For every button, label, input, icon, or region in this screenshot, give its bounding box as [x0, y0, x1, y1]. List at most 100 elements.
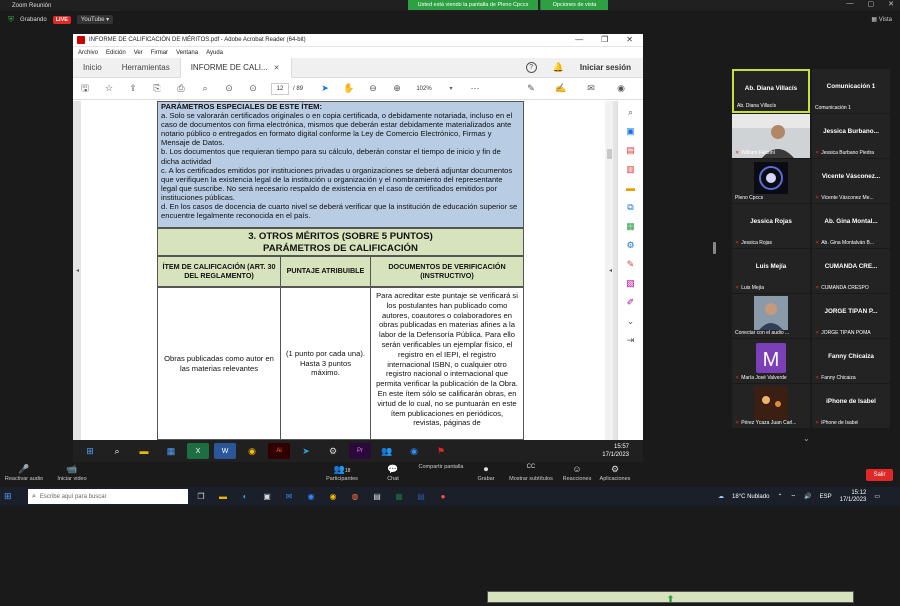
app-icon[interactable]: ▤: [368, 489, 386, 504]
windows-start-icon[interactable]: ⊞: [4, 491, 20, 502]
security-shield-icon[interactable]: ⛨: [8, 15, 14, 25]
scrollbar-thumb[interactable]: [607, 149, 612, 159]
compress-icon[interactable]: ⚙: [624, 238, 638, 252]
zoom-app-icon[interactable]: ◉: [403, 443, 425, 459]
participant-tile[interactable]: Jessica Burbano... ✕ Jessica Burbano Pied…: [812, 114, 890, 158]
apps-button[interactable]: ⚙ Aplicaciones: [585, 464, 645, 482]
file-explorer-icon[interactable]: ▬: [214, 489, 232, 504]
volume-icon[interactable]: 🔊: [804, 493, 811, 500]
right-panel-toggle-icon[interactable]: ◂: [609, 267, 612, 274]
fill-sign-icon[interactable]: ✎: [624, 257, 638, 271]
menu-firmar[interactable]: Firmar: [151, 50, 168, 56]
tab-document[interactable]: INFORME DE CALI... ✕: [179, 57, 292, 78]
tab-inicio[interactable]: Inicio: [73, 58, 112, 78]
telegram-icon[interactable]: ➤: [295, 443, 317, 459]
hand-tool-icon[interactable]: ✋: [337, 83, 361, 94]
gallery-next-page-icon[interactable]: ⌄: [803, 434, 810, 443]
create-pdf-icon[interactable]: ▤: [624, 143, 638, 157]
login-button[interactable]: Iniciar sesión: [580, 63, 631, 72]
combine-files-icon[interactable]: ⧉: [624, 200, 638, 214]
minimize-icon[interactable]: —: [847, 0, 854, 8]
select-cursor-icon[interactable]: ➤: [313, 83, 337, 94]
illustrator-icon[interactable]: Ai: [268, 443, 290, 459]
mail-icon[interactable]: ✉: [280, 489, 298, 504]
minimize-icon[interactable]: —: [575, 35, 583, 44]
organize-pages-icon[interactable]: ▦: [624, 219, 638, 233]
acrobat-app-icon[interactable]: ⚑: [430, 443, 452, 459]
save-icon[interactable]: 🖫: [73, 81, 97, 97]
restore-icon[interactable]: ❐: [601, 35, 608, 44]
chrome-icon[interactable]: ◉: [324, 489, 342, 504]
share-options-button[interactable]: Opciones de vista: [540, 0, 608, 10]
menu-ver[interactable]: Ver: [134, 50, 143, 56]
participant-tile[interactable]: M ✕ María José Valverde: [732, 339, 810, 383]
edit-pdf-icon[interactable]: ▥: [624, 162, 638, 176]
firefox-icon[interactable]: ◍: [346, 489, 364, 504]
host-clock[interactable]: 15:12 17/1/2023: [840, 490, 867, 504]
calculator-icon[interactable]: ▦: [160, 443, 182, 459]
menu-edicion[interactable]: Edición: [106, 50, 126, 56]
task-view-icon[interactable]: ❐: [192, 489, 210, 504]
participant-tile[interactable]: Pleno Cpccs: [732, 159, 810, 203]
bell-icon[interactable]: 🔔: [553, 62, 564, 73]
leave-button[interactable]: Salir: [866, 469, 893, 481]
edge-icon[interactable]: ◐: [236, 489, 254, 504]
protect-icon[interactable]: ▧: [624, 276, 638, 290]
close-icon[interactable]: ✕: [626, 35, 633, 44]
comment-icon[interactable]: ✎: [519, 83, 543, 94]
print-icon[interactable]: ⎙: [169, 83, 193, 94]
page-number-input[interactable]: 12: [271, 82, 289, 95]
excel-icon[interactable]: X: [187, 443, 209, 459]
participant-tile[interactable]: Luis Mejía ✕ Luis Mejía: [732, 249, 810, 293]
zoom-out-icon[interactable]: ⊖: [361, 83, 385, 94]
maximize-icon[interactable]: ▢: [868, 0, 875, 8]
participant-tile[interactable]: ✕ Pérez Ycaza Juan Carl...: [732, 384, 810, 428]
more-tools-icon[interactable]: ⌄: [624, 314, 638, 328]
word-icon[interactable]: W: [214, 443, 236, 459]
page-down-icon[interactable]: ⊙: [241, 83, 265, 94]
participant-tile[interactable]: Vicente Vásconez... ✕ Vicente Vásconez Me…: [812, 159, 890, 203]
comment-tool-icon[interactable]: ▬: [624, 181, 638, 195]
participant-tile[interactable]: CUMANDA CRE... ✕ CUMANDA CRESPO: [812, 249, 890, 293]
zoom-search-icon[interactable]: ⌕: [193, 83, 217, 94]
participant-tile[interactable]: ✕ William Falconí: [732, 114, 810, 158]
zoom-level-select[interactable]: 102%: [409, 86, 439, 92]
tab-herramientas[interactable]: Herramientas: [112, 58, 180, 78]
menu-archivo[interactable]: Archivo: [78, 50, 98, 56]
start-video-button[interactable]: 📹 Iniciar video: [42, 464, 102, 482]
wifi-icon[interactable]: ⌔: [790, 493, 796, 501]
settings-icon[interactable]: ⚙: [322, 443, 344, 459]
zoom-dropdown-icon[interactable]: ▾: [439, 85, 463, 92]
close-tab-icon[interactable]: ✕: [274, 64, 280, 72]
close-icon[interactable]: ✕: [888, 0, 894, 8]
page-up-icon[interactable]: ⊙: [217, 83, 241, 94]
bookmark-star-icon[interactable]: ☆: [97, 83, 121, 94]
app-icon[interactable]: ●: [434, 489, 452, 504]
excel-icon[interactable]: ▦: [390, 489, 408, 504]
participant-tile[interactable]: Conectar con el audio ...: [732, 294, 810, 338]
chrome-icon[interactable]: ◉: [241, 443, 263, 459]
zoom-app-icon[interactable]: ◉: [302, 489, 320, 504]
notifications-icon[interactable]: ▭: [874, 493, 880, 500]
zoom-in-icon[interactable]: ⊕: [385, 83, 409, 94]
request-signature-icon[interactable]: ✐: [624, 295, 638, 309]
menu-ventana[interactable]: Ventana: [176, 50, 198, 56]
search-icon[interactable]: ⌕: [106, 443, 128, 459]
participant-tile[interactable]: iPhone de Isabel ✕ iPhone de Isabel: [812, 384, 890, 428]
taskbar-search-box[interactable]: ⌕ Escribe aquí para buscar: [28, 489, 188, 504]
tray-arrow-icon[interactable]: ⌃: [777, 493, 782, 500]
participant-tile[interactable]: Fanny Chicaiza ✕ Fanny Chicaiza: [812, 339, 890, 383]
windows-start-icon[interactable]: ⊞: [79, 443, 101, 459]
panel-resize-handle[interactable]: [713, 242, 716, 254]
weather-text[interactable]: 18°C Nublado: [732, 494, 769, 500]
premiere-icon[interactable]: Pr: [349, 443, 371, 459]
upload-icon[interactable]: ⇪: [121, 83, 145, 94]
file-explorer-icon[interactable]: ▬: [133, 443, 155, 459]
participant-tile[interactable]: Ab. Gina Montal... ✕ Ab. Gina Montalván B…: [812, 204, 890, 248]
menu-ayuda[interactable]: Ayuda: [206, 50, 223, 56]
language-indicator[interactable]: ESP: [820, 494, 832, 500]
search-icon[interactable]: ⌕: [624, 105, 638, 119]
youtube-dropdown[interactable]: YouTube ▾: [76, 15, 114, 24]
people-icon[interactable]: 👥: [376, 443, 398, 459]
account-icon[interactable]: ◉: [609, 83, 633, 94]
